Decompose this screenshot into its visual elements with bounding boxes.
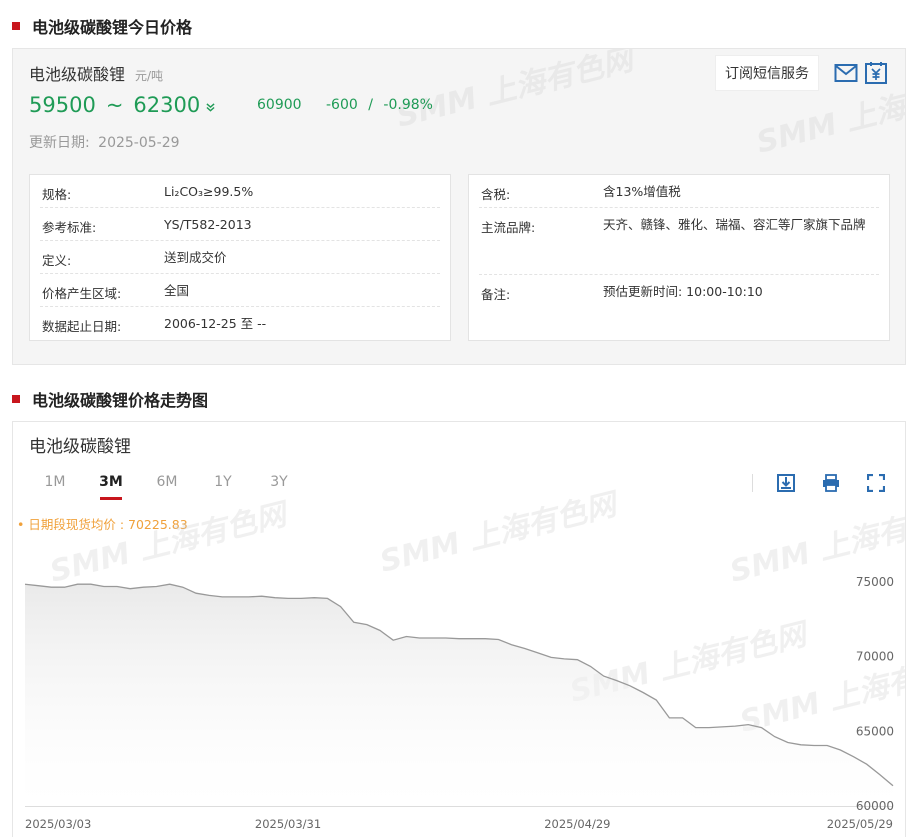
spec-row: 价格产生区域: 全国 xyxy=(40,274,440,307)
watermark: SMM 上海有色网 xyxy=(393,48,637,135)
x-tick-label: 2025/05/29 xyxy=(827,817,893,831)
section-title-price-trend: 电池级碳酸锂价格走势图 xyxy=(12,387,208,411)
price-high: 62300 xyxy=(133,93,201,117)
mail-icon[interactable] xyxy=(833,60,859,86)
section-marker xyxy=(12,395,20,403)
price-card: SMM 上海有色网 SMM 上海有色网 电池级碳酸锂 元/吨 59500 ~ 6… xyxy=(12,48,906,365)
change-separator: / xyxy=(368,97,373,113)
y-tick-label: 60000 xyxy=(856,799,894,813)
chart-card: 电池级碳酸锂 1M 3M 6M 1Y 3Y • 日期段现货均价 : 70225.… xyxy=(12,421,906,837)
y-tick-label: 70000 xyxy=(856,650,894,664)
range-tilde: ~ xyxy=(105,93,124,117)
section-marker xyxy=(12,22,20,30)
change-percent: -0.98% xyxy=(383,97,433,113)
spec-table-left: 规格: Li₂CO₃≥99.5% 参考标准: YS/T582-2013 定义: 送到成交价… xyxy=(29,174,451,341)
price-range: 59500 ~ 62300 xyxy=(29,93,215,117)
spec-value: Li₂CO₃≥99.5% xyxy=(164,184,254,199)
spec-key: 参考标准: xyxy=(42,220,97,235)
spec-key: 规格: xyxy=(42,187,72,202)
spec-value: 全国 xyxy=(164,283,190,298)
yuan-calendar-icon[interactable] xyxy=(863,60,889,86)
spec-key: 数据起止日期: xyxy=(42,319,122,334)
spec-row: 主流品牌: 天齐、赣锋、雅化、瑞福、容汇等厂家旗下品牌 xyxy=(479,208,879,275)
x-tick-label: 2025/04/29 xyxy=(544,817,610,831)
series-area xyxy=(25,584,893,806)
change-value: -600 xyxy=(326,97,358,113)
spec-row: 参考标准: YS/T582-2013 xyxy=(40,208,440,241)
y-tick-label: 65000 xyxy=(856,724,894,738)
update-date: 更新日期: 2025-05-29 xyxy=(29,132,180,152)
price-unit: 元/吨 xyxy=(135,69,164,83)
spec-row: 数据起止日期: 2006-12-25 至 -- xyxy=(40,307,440,340)
section-title-text: 电池级碳酸锂今日价格 xyxy=(32,18,193,37)
spec-key: 主流品牌: xyxy=(481,220,536,235)
spec-table-right: 含税: 含13%增值税主流品牌: 天齐、赣锋、雅化、瑞福、容汇等厂家旗下品牌备注: 预… xyxy=(468,174,890,341)
spec-value: 含13%增值税 xyxy=(603,184,681,199)
price-average: 60900 xyxy=(257,97,302,113)
price-trend-chart: SMM 上海有色网 SMM 上海有色网 SMM 上海有色网SMM 上海有色网SMM … xyxy=(24,486,905,831)
product-name: 电池级碳酸锂 元/吨 xyxy=(29,61,163,85)
x-tick-label: 2025/03/31 xyxy=(255,817,321,831)
spec-key: 含税: xyxy=(481,187,511,202)
spec-value: 送到成交价 xyxy=(164,250,227,265)
x-tick-label: 2025/03/03 xyxy=(25,817,91,831)
update-date-label: 更新日期: xyxy=(29,135,90,151)
spec-row: 含税: 含13%增值税 xyxy=(479,175,879,208)
spec-key: 备注: xyxy=(481,287,511,302)
spec-value: YS/T582-2013 xyxy=(164,217,252,232)
y-tick-label: 75000 xyxy=(856,575,894,589)
price-change: -600 / -0.98% xyxy=(326,97,433,113)
spec-row: 规格: Li₂CO₃≥99.5% xyxy=(40,175,440,208)
section-title-today-price: 电池级碳酸锂今日价格 xyxy=(12,14,192,38)
update-date-value: 2025-05-29 xyxy=(98,135,180,151)
spec-value: 预估更新时间: 10:00-10:10 xyxy=(603,284,763,299)
product-name-text: 电池级碳酸锂 xyxy=(29,65,126,84)
double-chevron-down-icon xyxy=(206,101,215,115)
spec-key: 定义: xyxy=(42,253,72,268)
spec-row: 定义: 送到成交价 xyxy=(40,241,440,274)
section-title-text: 电池级碳酸锂价格走势图 xyxy=(32,391,209,410)
spec-value: 天齐、赣锋、雅化、瑞福、容汇等厂家旗下品牌 xyxy=(603,217,866,232)
price-low: 59500 xyxy=(29,93,96,117)
spec-key: 价格产生区域: xyxy=(42,286,122,301)
watermark: SMM 上海有色网 xyxy=(46,496,293,589)
spec-row: 备注: 预估更新时间: 10:00-10:10 xyxy=(479,275,879,338)
spec-value: 2006-12-25 至 -- xyxy=(164,316,267,331)
subscribe-sms-button[interactable]: 订阅短信服务 xyxy=(715,55,819,91)
watermark: SMM 上海有色网 xyxy=(376,486,623,579)
